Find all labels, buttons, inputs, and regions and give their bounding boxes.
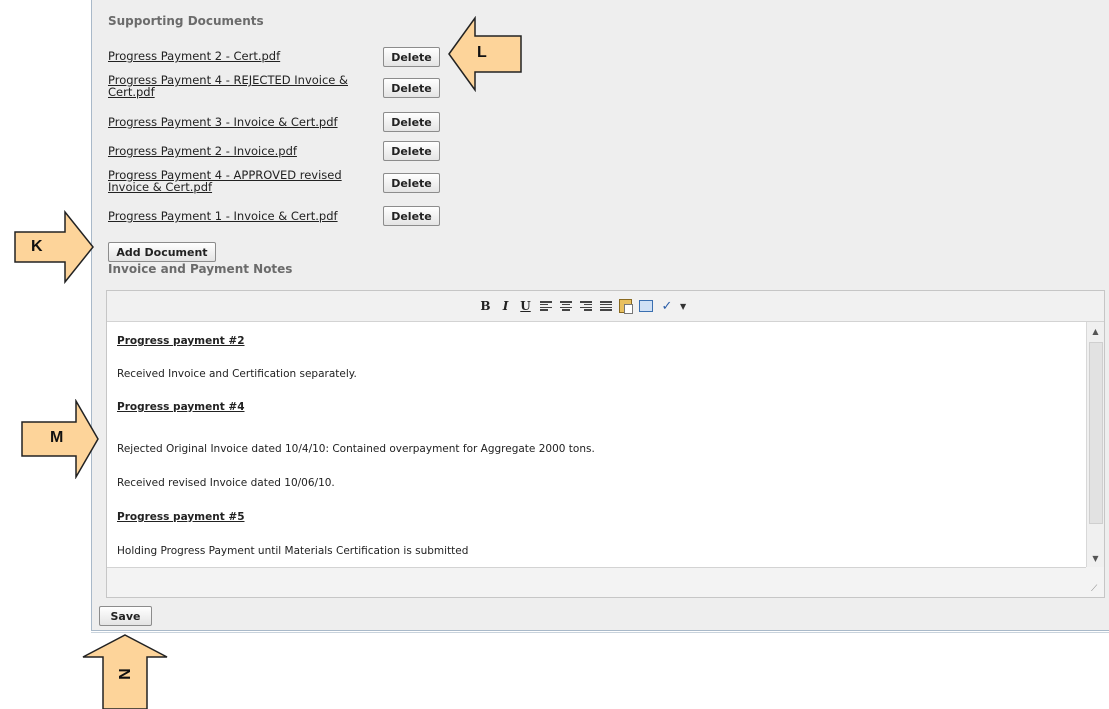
- notes-content[interactable]: Progress payment #2 Received Invoice and…: [107, 322, 1086, 568]
- panel-divider: [91, 632, 1109, 633]
- callout-m-arrow: M: [20, 399, 100, 479]
- callout-m-label: M: [50, 429, 64, 446]
- document-link[interactable]: Progress Payment 2 - Cert.pdf: [108, 50, 378, 62]
- delete-button[interactable]: Delete: [383, 173, 440, 193]
- invoice-notes-heading: Invoice and Payment Notes: [108, 262, 293, 276]
- note-paragraph: Holding Progress Payment until Materials…: [117, 545, 469, 557]
- delete-button[interactable]: Delete: [383, 78, 440, 98]
- callout-l-label: L: [477, 44, 487, 61]
- editor-toolbar: B I U ✓ ▼: [107, 291, 1104, 322]
- note-paragraph: Received Invoice and Certification separ…: [117, 368, 357, 380]
- callout-k-arrow: K: [13, 210, 95, 284]
- note-subheading: Progress payment #5: [117, 511, 245, 523]
- note-subheading: Progress payment #4: [117, 401, 245, 413]
- callout-l-arrow: L: [447, 16, 523, 92]
- underline-icon[interactable]: U: [517, 298, 534, 314]
- document-link[interactable]: Progress Payment 4 - REJECTED Invoice & …: [108, 74, 378, 98]
- callout-n-label: N: [114, 668, 132, 680]
- document-link[interactable]: Progress Payment 2 - Invoice.pdf: [108, 145, 378, 157]
- editor-scrollbar[interactable]: ▲ ▼: [1086, 322, 1104, 567]
- justify-icon[interactable]: [597, 298, 614, 314]
- note-paragraph: Rejected Original Invoice dated 10/4/10:…: [117, 443, 595, 455]
- delete-button[interactable]: Delete: [383, 141, 440, 161]
- italic-icon[interactable]: I: [497, 298, 514, 314]
- fullscreen-icon[interactable]: [637, 298, 654, 314]
- chevron-down-icon[interactable]: ▼: [680, 302, 686, 311]
- align-left-icon[interactable]: [537, 298, 554, 314]
- notes-editor: B I U ✓ ▼ Progress payment #2 Received I…: [106, 290, 1105, 598]
- align-right-icon[interactable]: [577, 298, 594, 314]
- scroll-up-icon[interactable]: ▲: [1087, 322, 1104, 340]
- delete-button[interactable]: Delete: [383, 47, 440, 67]
- document-link[interactable]: Progress Payment 4 - APPROVED revised In…: [108, 169, 378, 193]
- callout-k-label: K: [31, 238, 43, 255]
- align-center-icon[interactable]: [557, 298, 574, 314]
- delete-button[interactable]: Delete: [383, 206, 440, 226]
- scroll-down-icon[interactable]: ▼: [1087, 549, 1104, 567]
- scroll-thumb[interactable]: [1089, 342, 1103, 524]
- callout-n-arrow: N: [81, 633, 169, 709]
- note-subheading: Progress payment #2: [117, 335, 245, 347]
- save-button[interactable]: Save: [99, 606, 152, 626]
- note-paragraph: Received revised Invoice dated 10/06/10.: [117, 477, 335, 489]
- spellcheck-icon[interactable]: ✓: [657, 298, 677, 314]
- document-link[interactable]: Progress Payment 1 - Invoice & Cert.pdf: [108, 210, 378, 222]
- document-link[interactable]: Progress Payment 3 - Invoice & Cert.pdf: [108, 116, 378, 128]
- add-document-button[interactable]: Add Document: [108, 242, 216, 262]
- resize-handle-icon[interactable]: ⟋: [1091, 584, 1101, 594]
- paste-icon[interactable]: [617, 298, 634, 314]
- supporting-documents-heading: Supporting Documents: [108, 14, 264, 28]
- bold-icon[interactable]: B: [477, 298, 494, 314]
- delete-button[interactable]: Delete: [383, 112, 440, 132]
